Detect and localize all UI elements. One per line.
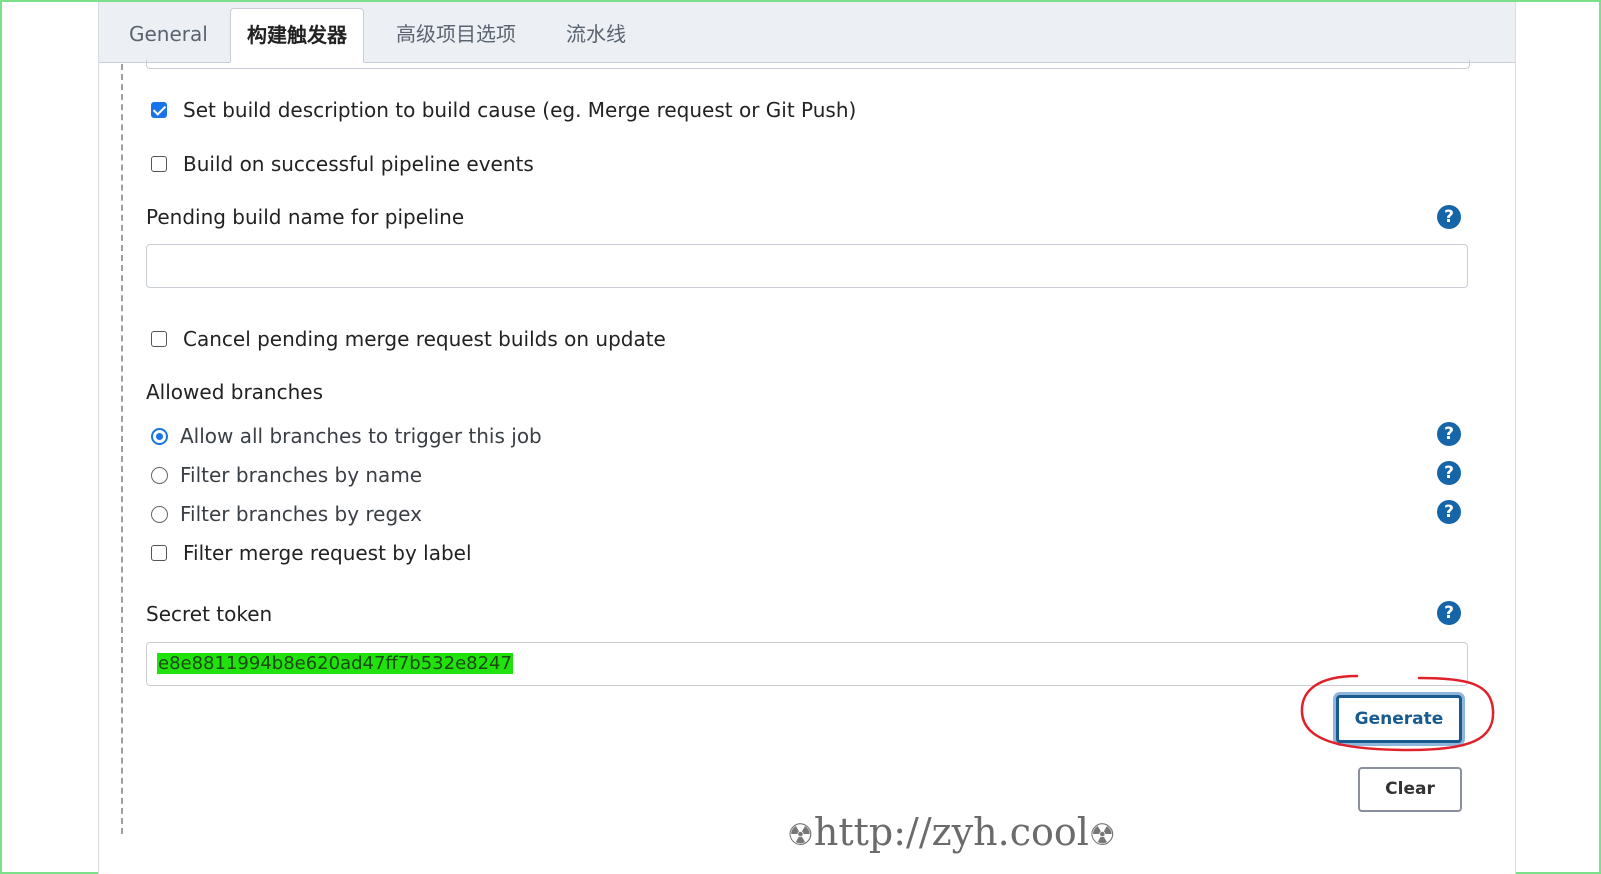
allow-all-branches-label: Allow all branches to trigger this job: [180, 424, 542, 448]
secret-token-input[interactable]: e8e8811994b8e620ad47ff7b532e8247: [146, 642, 1468, 686]
cancel-pending-option[interactable]: Cancel pending merge request builds on u…: [151, 327, 666, 351]
filter-by-name-option[interactable]: Filter branches by name: [151, 463, 422, 487]
allowed-branches-title: Allowed branches: [146, 380, 323, 404]
allow-all-branches-radio[interactable]: [151, 427, 168, 445]
build-on-pipeline-events-label: Build on successful pipeline events: [183, 152, 534, 176]
previous-field-edge: [146, 60, 1470, 69]
allow-all-branches-option[interactable]: Allow all branches to trigger this job: [151, 424, 542, 448]
clear-button[interactable]: Clear: [1358, 767, 1462, 812]
tab-build-triggers[interactable]: 构建触发器: [230, 8, 364, 63]
filter-by-name-radio[interactable]: [151, 466, 168, 484]
build-on-pipeline-events-checkbox[interactable]: [151, 156, 167, 172]
tab-general[interactable]: General: [113, 8, 224, 62]
generate-button[interactable]: Generate: [1336, 695, 1462, 743]
section-rail: [121, 64, 123, 834]
pending-build-name-input[interactable]: [146, 244, 1468, 288]
filter-by-name-label: Filter branches by name: [180, 463, 423, 487]
set-build-description-option[interactable]: Set build description to build cause (eg…: [151, 98, 856, 122]
tab-pipeline[interactable]: 流水线: [550, 8, 642, 62]
filter-by-regex-radio[interactable]: [151, 505, 168, 523]
watermark: ☢http://zyh.cool☢: [787, 810, 1116, 854]
filter-by-regex-option[interactable]: Filter branches by regex: [151, 502, 422, 526]
tab-bar: General 构建触发器 高级项目选项 流水线: [99, 2, 1515, 63]
pending-build-name-label: Pending build name for pipeline: [146, 205, 465, 229]
tab-advanced-options[interactable]: 高级项目选项: [380, 8, 532, 62]
filter-by-name-help-icon[interactable]: ?: [1437, 461, 1461, 485]
filter-by-label-label: Filter merge request by label: [183, 541, 472, 565]
secret-token-label: Secret token: [146, 602, 273, 626]
filter-by-regex-label: Filter branches by regex: [180, 502, 422, 526]
radiation-icon: ☢: [1088, 818, 1116, 853]
build-on-pipeline-events-option[interactable]: Build on successful pipeline events: [151, 152, 534, 176]
pending-build-name-help-icon[interactable]: ?: [1437, 205, 1461, 229]
cancel-pending-label: Cancel pending merge request builds on u…: [183, 327, 666, 351]
secret-token-value: e8e8811994b8e620ad47ff7b532e8247: [157, 653, 513, 674]
secret-token-help-icon[interactable]: ?: [1437, 601, 1461, 625]
radiation-icon: ☢: [787, 818, 814, 853]
cancel-pending-checkbox[interactable]: [151, 331, 167, 347]
filter-by-label-option[interactable]: Filter merge request by label: [151, 541, 472, 565]
set-build-description-checkbox[interactable]: [151, 102, 167, 118]
allow-all-branches-help-icon[interactable]: ?: [1437, 422, 1461, 446]
set-build-description-label: Set build description to build cause (eg…: [183, 98, 857, 122]
config-page: General 构建触发器 高级项目选项 流水线 Set build descr…: [98, 2, 1516, 874]
filter-by-label-checkbox[interactable]: [151, 545, 167, 561]
filter-by-regex-help-icon[interactable]: ?: [1437, 500, 1461, 524]
watermark-text: http://zyh.cool: [813, 810, 1089, 854]
